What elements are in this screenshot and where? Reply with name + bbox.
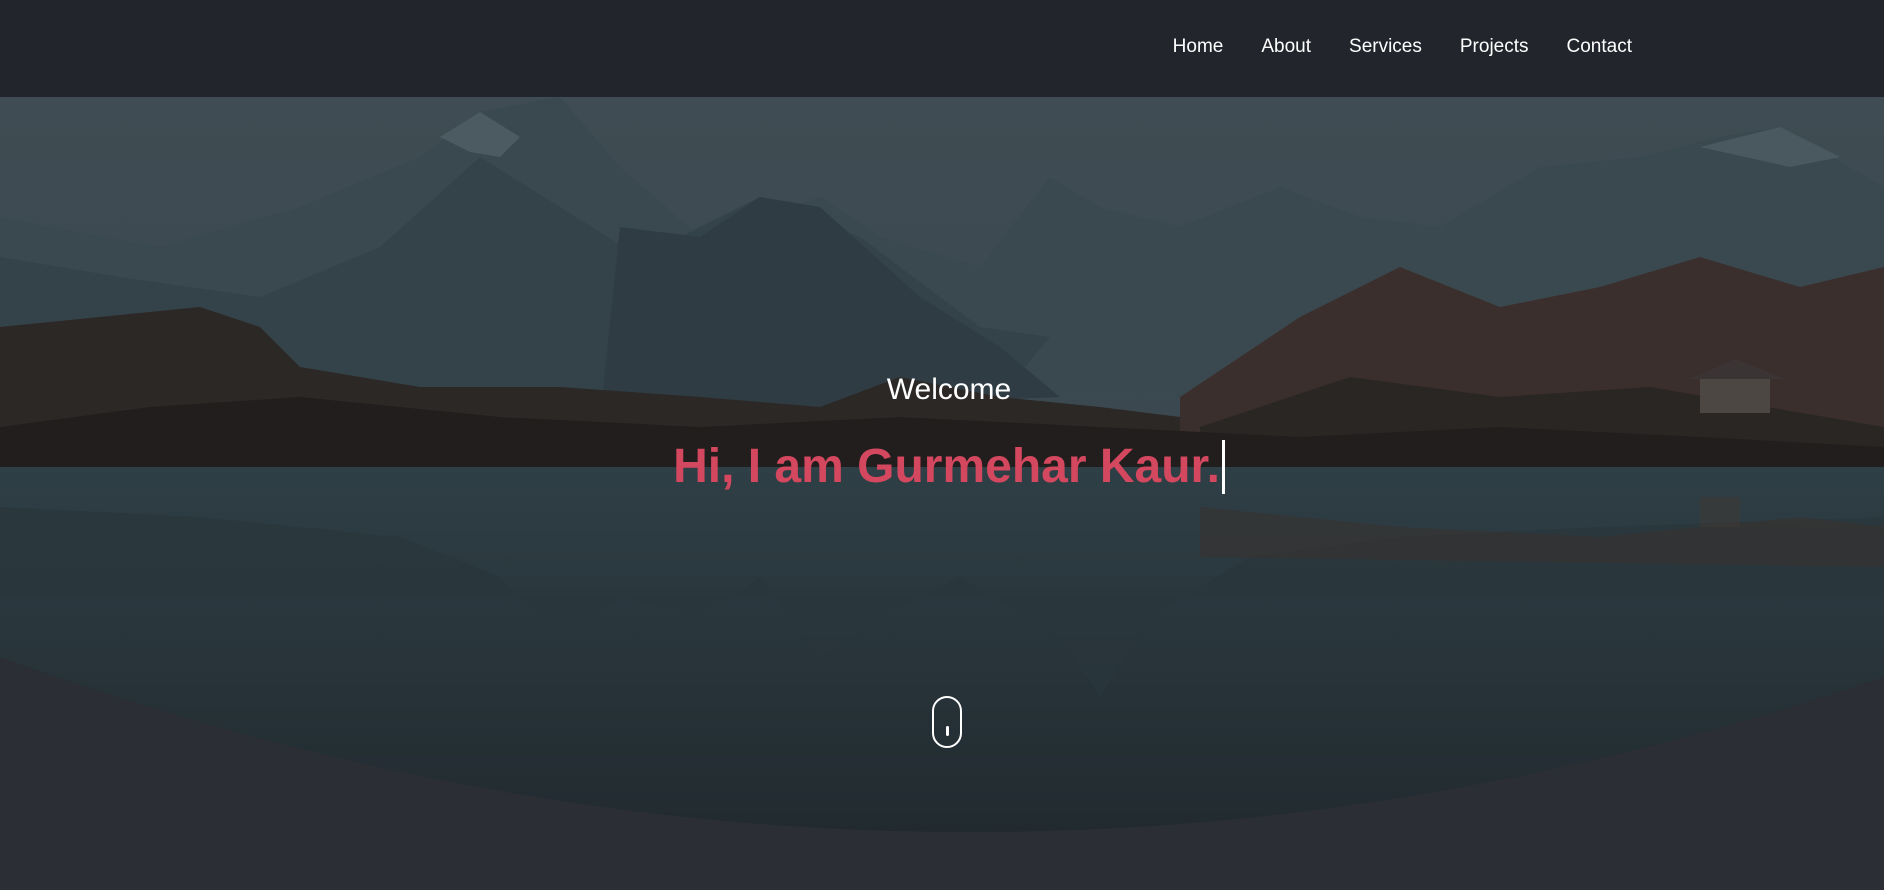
nav-link-services[interactable]: Services	[1349, 36, 1422, 58]
hero-headline: Hi, I am Gurmehar Kaur.	[0, 439, 1884, 494]
nav-link-about[interactable]: About	[1261, 36, 1311, 58]
nav-menu: Home About Services Projects Contact	[1135, 0, 1632, 93]
headline-text: Hi, I am Gurmehar Kaur.	[673, 440, 1220, 493]
mouse-wheel-indicator	[946, 726, 949, 736]
hero-section: Welcome Hi, I am Gurmehar Kaur.	[0, 97, 1884, 890]
typing-caret	[1221, 439, 1225, 494]
navbar: Home About Services Projects Contact	[0, 0, 1884, 97]
nav-link-contact[interactable]: Contact	[1567, 36, 1632, 58]
welcome-text: Welcome	[886, 373, 1012, 406]
nav-link-home[interactable]: Home	[1173, 36, 1224, 58]
mouse-scroll-icon[interactable]	[932, 696, 962, 748]
nav-link-projects[interactable]: Projects	[1460, 36, 1529, 58]
